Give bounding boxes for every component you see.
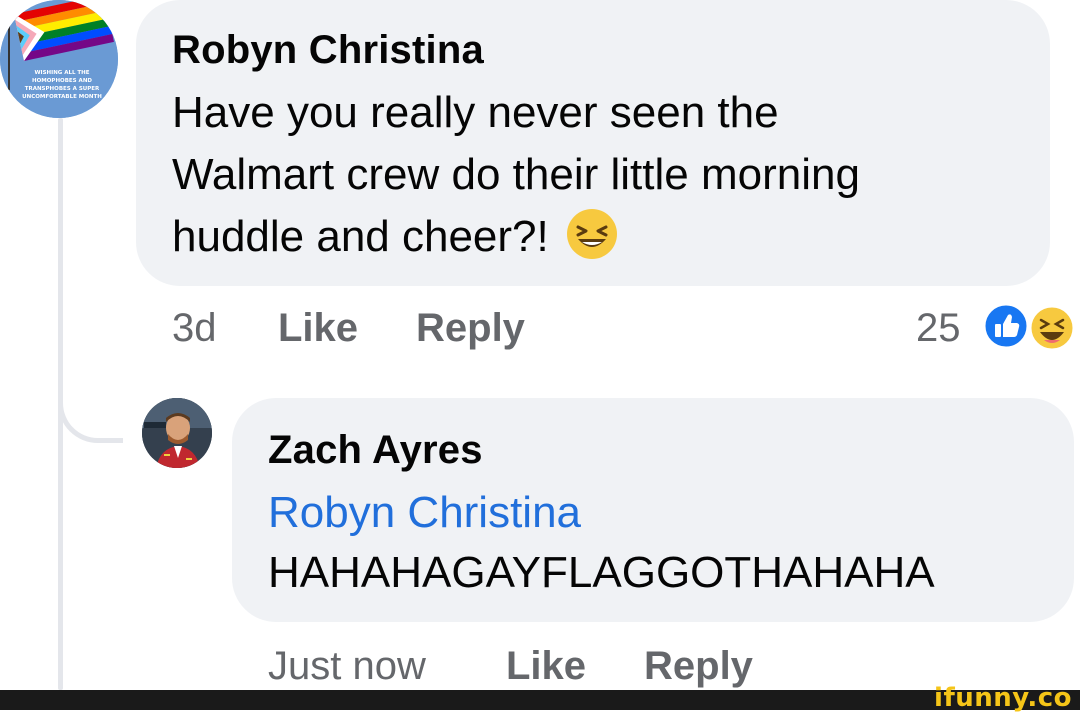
laughing-face-icon [566,209,617,259]
user-photo-icon [142,398,212,468]
comment-like-button[interactable]: Like [278,306,358,351]
comment-timestamp[interactable]: 3d [172,306,217,351]
reply-author[interactable]: Zach Ayres [268,428,483,473]
reply-reply-button[interactable]: Reply [644,644,753,689]
avatar-robyn[interactable]: WISHING ALL THE HOMOPHOBES AND TRANSPHOB… [0,0,118,118]
reply-mention-link[interactable]: Robyn Christina [268,482,581,544]
svg-text:WISHING ALL THE: WISHING ALL THE [34,70,89,76]
avatar-zach[interactable] [142,398,212,468]
reply-text: HAHAHAGAYFLAGGOTHAHAHA [268,548,935,597]
pride-flag-avatar-icon: WISHING ALL THE HOMOPHOBES AND TRANSPHOB… [0,0,118,118]
ifunny-watermark: ifunny.co [934,683,1072,713]
reply-timestamp[interactable]: Just now [268,644,426,689]
reply-like-button[interactable]: Like [506,644,586,689]
reaction-count[interactable]: 25 [916,306,961,351]
comment-reply-button[interactable]: Reply [416,306,525,351]
reaction-icons[interactable] [982,302,1078,352]
reply-connector [58,380,123,443]
haha-reaction-icon [1028,304,1076,352]
comment-text-line3: huddle and cheer?! [172,206,619,268]
svg-text:HOMOPHOBES AND: HOMOPHOBES AND [32,78,92,84]
comment-text-line2: Walmart crew do their little morning [172,150,860,199]
comment-text-line3-text: huddle and cheer?! [172,212,549,261]
comment-author[interactable]: Robyn Christina [172,28,484,73]
watermark-bar [0,690,1080,710]
svg-text:TRANSPHOBES A SUPER: TRANSPHOBES A SUPER [25,86,100,92]
comment-text-line1: Have you really never seen the [172,88,779,137]
like-reaction-icon [982,302,1030,350]
svg-text:UNCOMFORTABLE MONTH: UNCOMFORTABLE MONTH [22,94,102,100]
